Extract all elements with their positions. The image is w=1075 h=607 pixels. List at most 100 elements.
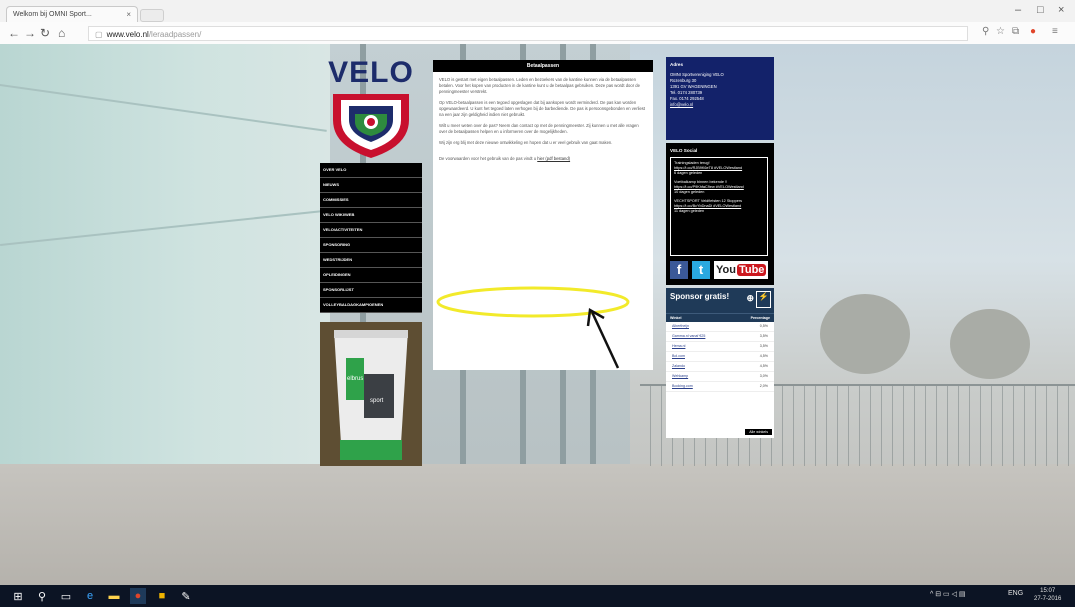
clock-date: 27-7-2016	[1034, 596, 1062, 602]
promo-image[interactable]: elbrus sport	[320, 322, 422, 466]
shop-pct: 4,5%	[759, 354, 768, 358]
shop-pct: 0,5%	[759, 324, 768, 328]
youtube-tube: Tube	[736, 264, 767, 276]
ground	[0, 464, 1075, 585]
twitter-feed: Trainingsladen terug! https://t.co/RJB9K…	[670, 157, 768, 256]
help-icon[interactable]: ⊕	[746, 293, 754, 304]
menu-item[interactable]: VELO WIKI/WEB	[320, 208, 422, 223]
zoom-icon[interactable]: ⚲	[982, 26, 989, 37]
shop-pct: 3,5%	[759, 344, 768, 348]
shop-name[interactable]: Booking.com	[672, 382, 693, 391]
twitter-icon[interactable]: t	[692, 261, 710, 279]
shop-pct: 3,5%	[759, 334, 768, 338]
browser-tab[interactable]: Welkom bij OMNI Sport... ×	[6, 6, 138, 22]
sponsor-row[interactable]: Gamma.nl vanaf €25 3,5%	[666, 332, 774, 342]
email-link[interactable]: info@velo.nl	[670, 102, 770, 108]
url-domain: www.velo.nl	[106, 30, 149, 39]
sponsor-row[interactable]: Albertheijn 0,5%	[666, 322, 774, 332]
velo-logo[interactable]: VELO	[325, 58, 417, 165]
youtube-icon[interactable]: You Tube	[714, 261, 769, 279]
minimize-button[interactable]: –	[1015, 4, 1021, 16]
page-icon: ▢	[95, 30, 103, 39]
terms-prefix: De voorwaarden voor het gebruik van de p…	[439, 156, 537, 161]
content-panel: Betaalpassen VELO is gestart met eigen b…	[433, 60, 653, 370]
menu-item[interactable]: OPLEIDINGEN	[320, 268, 422, 283]
reload-icon[interactable]: ↻	[40, 26, 50, 40]
close-window-button[interactable]: ×	[1058, 4, 1064, 16]
menu-item[interactable]: VELO/ACTIVITEITEN	[320, 223, 422, 238]
content-paragraph: VELO is gestart met eigen betaalpassen. …	[439, 77, 640, 94]
terms-line: De voorwaarden voor het gebruik van de p…	[439, 156, 647, 162]
col-percentage: Percentage	[750, 316, 770, 320]
cup-image: elbrus sport	[320, 322, 422, 466]
search-icon[interactable]: ⚲	[34, 588, 50, 604]
clock[interactable]: 15:07 27-7-2016	[1034, 587, 1061, 603]
content-paragraph: Op VELO-betaalpassen is een tegoed opges…	[439, 100, 646, 117]
clock-time: 15:07	[1040, 588, 1056, 594]
logo-text: VELO	[328, 56, 414, 89]
new-tab-button[interactable]	[140, 9, 164, 22]
all-shops-button[interactable]: Alle winkels	[745, 429, 772, 435]
home-icon[interactable]: ⌂	[58, 26, 65, 40]
file-explorer-icon[interactable]: ▬	[106, 588, 122, 604]
sponsor-row[interactable]: Booking.com 2,0%	[666, 382, 774, 392]
address-title: Adres	[670, 62, 684, 67]
menu-item[interactable]: SPONSORING	[320, 238, 422, 253]
app-icon[interactable]: ✎	[178, 588, 194, 604]
shop-name[interactable]: Bol.com	[672, 352, 685, 361]
menu-item[interactable]: SPONSORLIJST	[320, 283, 422, 298]
address-box: Adres OMNI Sportvereniging VELO Rozenbur…	[666, 57, 774, 140]
menu-item[interactable]: COMMISSIES	[320, 193, 422, 208]
youtube-you: You	[716, 264, 736, 276]
sponsor-header: Sponsor gratis! ⊕ ⚡	[666, 288, 774, 313]
opera-taskbar-icon[interactable]: ●	[130, 588, 146, 604]
col-shop: Winkel	[670, 316, 682, 320]
sponsor-row[interactable]: Zalando 4,5%	[666, 362, 774, 372]
terms-pdf-link[interactable]: hier (pdf bestand)	[537, 156, 570, 161]
bookmark-star-icon[interactable]: ☆	[996, 26, 1005, 37]
shop-pct: 4,5%	[759, 364, 768, 368]
content-title: Betaalpassen	[433, 60, 653, 72]
sponsor-columns: Winkel Percentage	[666, 313, 774, 322]
tweet-time: 11 dagen geleden	[674, 209, 705, 213]
menu-item[interactable]: NIEUWS	[320, 178, 422, 193]
menu-icon[interactable]: ≡	[1052, 26, 1058, 37]
edge-icon[interactable]: e	[82, 588, 98, 604]
tray-icons[interactable]: ^ ⊟ ▭ ◁ ▤	[930, 590, 966, 598]
shop-name[interactable]: Hema.nl	[672, 342, 685, 351]
menu-item[interactable]: VOLLEYBALDAGKAMPIOENEN	[320, 298, 422, 313]
sponsor-row[interactable]: Hema.nl 3,5%	[666, 342, 774, 352]
shop-name[interactable]: Gamma.nl vanaf €25	[672, 332, 705, 341]
browser-tabbar: Welkom bij OMNI Sport... × – □ ×	[0, 0, 1075, 22]
main-menu: OVER VELO NIEUWS COMMISSIES VELO WIKI/WE…	[320, 163, 422, 313]
tab-close-icon[interactable]: ×	[126, 10, 131, 19]
windows-start-icon[interactable]: ⊞	[10, 588, 26, 604]
social-title: VELO Social	[670, 148, 698, 153]
sponsor-row[interactable]: Bol.com 4,5%	[666, 352, 774, 362]
facebook-icon[interactable]: f	[670, 261, 688, 279]
promo-brand-a: elbrus	[347, 376, 363, 382]
extension-icon[interactable]: ⧉	[1012, 26, 1019, 37]
task-view-icon[interactable]: ▭	[58, 588, 74, 604]
sponsor-box: Sponsor gratis! ⊕ ⚡ Winkel Percentage Al…	[666, 288, 774, 438]
back-icon[interactable]: ←	[8, 26, 20, 40]
taskbar: ⊞ ⚲ ▭ e ▬ ● ■ ✎ ^ ⊟ ▭ ◁ ▤ ENG 15:07 27-7…	[0, 585, 1075, 607]
maximize-button[interactable]: □	[1037, 4, 1044, 16]
shop-pct: 2,0%	[759, 384, 768, 388]
shop-name[interactable]: Albertheijn	[672, 322, 689, 331]
social-box: VELO Social Trainingsladen terug! https:…	[666, 143, 774, 285]
content-paragraph: Wilt u meer weten over de pas? Neem dan …	[439, 123, 639, 134]
shop-name[interactable]: Wehkamp	[672, 372, 688, 381]
sticky-notes-icon[interactable]: ■	[154, 588, 170, 604]
tweet-time: 6 dagen geleden	[674, 171, 703, 175]
shop-name[interactable]: Zalando	[672, 362, 685, 371]
language-indicator[interactable]: ENG	[1008, 590, 1023, 597]
opera-icon[interactable]: ●	[1030, 26, 1036, 37]
menu-item[interactable]: WEDSTRIJDEN	[320, 253, 422, 268]
sponsor-title: Sponsor gratis!	[670, 292, 730, 301]
content-paragraph: Wij zijn erg blij met deze nieuwe ontwik…	[439, 140, 613, 145]
sponsor-row[interactable]: Wehkamp 3,0%	[666, 372, 774, 382]
forward-icon[interactable]: →	[24, 26, 36, 40]
menu-item[interactable]: OVER VELO	[320, 163, 422, 178]
address-bar[interactable]: ▢ www.velo.nl/leraadpassen/	[88, 26, 968, 41]
